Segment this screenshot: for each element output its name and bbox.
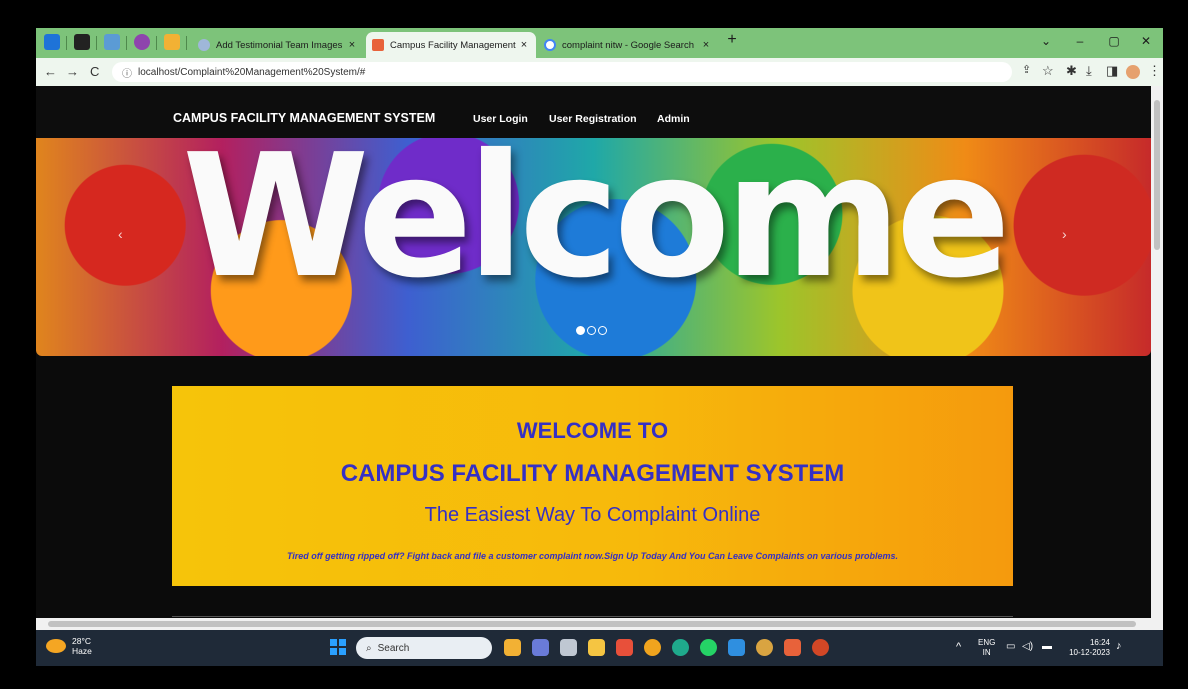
close-icon[interactable]: × [700,39,712,51]
carousel-welcome-image-text: Welcome [181,138,1011,316]
vscode-icon[interactable] [728,639,745,656]
tab-title: complaint nitw - Google Search [562,39,695,51]
weather-description: Haze [72,646,92,656]
menu-icon[interactable]: ⋮ [1148,63,1161,79]
side-panel-icon[interactable]: ◨ [1106,63,1118,79]
xampp-icon[interactable] [784,639,801,656]
screen: Add Testimonial Team Images × Campus Fac… [36,28,1163,666]
welcome-banner: WELCOME TO CAMPUS FACILITY MANAGEMENT SY… [172,386,1013,586]
minimize-button[interactable]: – [1070,34,1090,48]
tray-chevron-icon[interactable]: ^ [956,642,961,653]
nav-user-login[interactable]: User Login [473,113,528,125]
clock[interactable]: 16:24 10-12-2023 [1066,638,1110,658]
horizontal-scrollbar[interactable] [36,618,1151,630]
carousel-indicators [576,322,609,340]
address-bar[interactable]: ⓘ localhost/Complaint%20Management%20Sys… [112,62,1012,82]
profile-avatar-icon[interactable] [1126,65,1140,79]
file-explorer-icon[interactable] [504,639,521,656]
search-icon: ⌕ [366,642,372,654]
battery-icon[interactable]: ▬ [1042,642,1052,652]
maximize-button[interactable]: ▢ [1104,34,1124,48]
edge-icon[interactable] [672,639,689,656]
tab-title: Add Testimonial Team Images [216,39,343,51]
chrome-profile-icon[interactable] [756,639,773,656]
close-icon[interactable]: × [346,39,358,51]
welcome-carousel: Welcome ‹ › [36,138,1151,356]
tab-separator [96,36,97,50]
powerpoint-icon[interactable] [812,639,829,656]
tab-search-chevron-icon[interactable]: ⌄ [1036,34,1056,48]
close-icon[interactable]: × [518,39,530,51]
google-icon [544,39,556,51]
browser-tab-bar: Add Testimonial Team Images × Campus Fac… [36,28,1163,58]
address-toolbar: ← → C ⓘ localhost/Complaint%20Management… [36,58,1163,86]
tab-title: Campus Facility Management Sy [390,39,518,51]
region-code: IN [982,648,991,657]
nav-admin[interactable]: Admin [657,113,690,125]
brave-icon[interactable] [616,639,633,656]
close-window-button[interactable]: ✕ [1136,34,1156,48]
vertical-scrollbar[interactable] [1151,86,1163,630]
extensions-icon[interactable]: ✱ [1066,63,1077,79]
tab-separator [66,36,67,50]
nav-user-registration[interactable]: User Registration [549,113,637,125]
network-icon[interactable]: ▭ [1006,642,1015,652]
reload-button[interactable]: C [90,64,99,79]
banner-tagline: The Easiest Way To Complaint Online [424,504,761,526]
pinned-tab-icon[interactable] [44,34,60,50]
site-navbar: CAMPUS FACILITY MANAGEMENT SYSTEM User L… [36,86,1151,138]
search-placeholder: Search [377,642,410,654]
carousel-dot[interactable] [587,326,596,335]
carousel-next-button[interactable]: › [1062,226,1067,242]
url-text: localhost/Complaint%20Management%20Syste… [138,66,366,78]
tab-google-search[interactable]: complaint nitw - Google Search × [538,32,718,58]
weather-haze-icon [46,639,66,653]
section-divider [172,616,1013,617]
download-icon[interactable]: ⤓ [1086,63,1092,79]
scrollbar-thumb[interactable] [48,621,1136,627]
scrollbar-thumb[interactable] [1154,100,1160,250]
web-page: CAMPUS FACILITY MANAGEMENT SYSTEM User L… [36,86,1151,630]
volume-icon[interactable]: ◁) [1022,642,1033,652]
pinned-tab-icon[interactable] [74,34,90,50]
banner-description: Tired off getting ripped off? Fight back… [286,551,899,561]
people-icon[interactable] [532,639,549,656]
forward-button[interactable]: → [66,64,79,79]
folder-icon[interactable] [588,639,605,656]
tab-separator [126,36,127,50]
carousel-prev-button[interactable]: ‹ [118,226,123,242]
carousel-dot[interactable] [598,326,607,335]
carousel-dot[interactable] [576,326,585,335]
whatsapp-icon[interactable] [700,639,717,656]
pinned-tab-icon[interactable] [104,34,120,50]
start-menu-icon[interactable] [330,639,346,655]
banner-system-title: CAMPUS FACILITY MANAGEMENT SYSTEM [340,460,845,487]
site-favicon-icon [372,39,384,51]
tab-separator [186,36,187,50]
tab-campus-facility[interactable]: Campus Facility Management Sy × [366,32,536,58]
info-icon[interactable]: ⓘ [122,65,132,80]
weather-widget[interactable]: 28°C Haze [46,636,92,656]
tab-add-testimonial[interactable]: Add Testimonial Team Images × [192,32,364,58]
tab-separator [156,36,157,50]
windows-taskbar: 28°C Haze ⌕ Search ^ ENG IN ▭ ◁) ▬ 16:24 [36,630,1163,666]
lang-code: ENG [978,638,996,647]
share-icon[interactable]: ⇪ [1022,63,1031,76]
pinned-tab-icon[interactable] [134,34,150,50]
banner-welcome-heading: WELCOME TO [516,418,669,443]
new-tab-button[interactable]: + [722,31,742,49]
pinned-tab-icon[interactable] [164,34,180,50]
weather-temperature: 28°C [72,636,91,646]
task-view-icon[interactable] [560,639,577,656]
site-brand[interactable]: CAMPUS FACILITY MANAGEMENT SYSTEM [173,111,435,125]
back-button[interactable]: ← [44,64,57,79]
language-indicator[interactable]: ENG IN [978,638,995,658]
bookmark-star-icon[interactable]: ☆ [1042,63,1054,79]
globe-icon [198,39,210,51]
clock-date: 10-12-2023 [1069,648,1110,657]
clock-time: 16:24 [1089,638,1110,647]
taskbar-search-box[interactable]: ⌕ Search [356,637,492,659]
notification-bell-icon[interactable]: ♪ [1116,641,1122,652]
chrome-icon[interactable] [644,639,661,656]
